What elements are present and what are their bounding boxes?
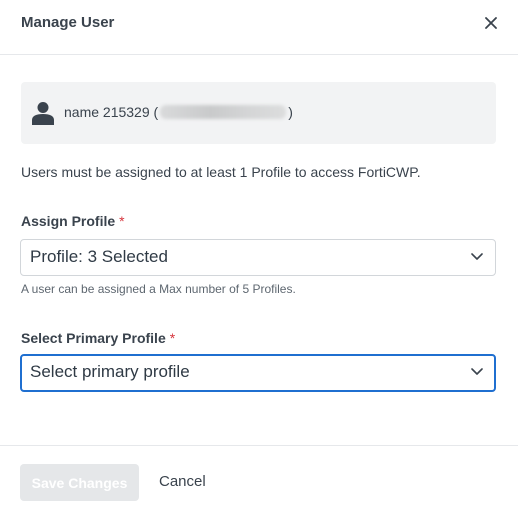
required-marker: * bbox=[169, 330, 176, 346]
user-name-prefix: name 215329 ( bbox=[64, 104, 159, 120]
assign-profile-select[interactable]: Profile: 3 Selected bbox=[20, 239, 496, 276]
dialog-title: Manage User bbox=[21, 14, 115, 31]
close-icon bbox=[485, 17, 497, 29]
assign-profile-label: Assign Profile * bbox=[21, 213, 125, 229]
assign-profile-hint: A user can be assigned a Max number of 5… bbox=[21, 282, 296, 296]
chevron-down-icon bbox=[471, 253, 483, 260]
primary-profile-placeholder: Select primary profile bbox=[30, 362, 190, 381]
assign-profile-value: Profile: 3 Selected bbox=[30, 247, 168, 266]
user-name: name 215329 () bbox=[64, 104, 293, 120]
dialog-header: Manage User bbox=[0, 0, 518, 55]
profile-requirement-text: Users must be assigned to at least 1 Pro… bbox=[21, 164, 421, 180]
primary-profile-label-text: Select Primary Profile bbox=[21, 330, 166, 346]
user-name-suffix: ) bbox=[288, 104, 293, 120]
user-card: name 215329 () bbox=[21, 82, 496, 144]
user-icon bbox=[32, 102, 54, 125]
primary-profile-label: Select Primary Profile * bbox=[21, 330, 175, 346]
save-changes-button[interactable]: Save Changes bbox=[20, 464, 139, 501]
redacted-email bbox=[160, 105, 287, 119]
cancel-button[interactable]: Cancel bbox=[159, 473, 206, 490]
dialog-footer: Save Changes Cancel bbox=[0, 445, 518, 516]
assign-profile-label-text: Assign Profile bbox=[21, 213, 116, 229]
required-marker: * bbox=[119, 213, 125, 229]
close-button[interactable] bbox=[481, 13, 501, 33]
primary-profile-select[interactable]: Select primary profile bbox=[20, 354, 496, 392]
chevron-down-icon bbox=[471, 368, 483, 375]
